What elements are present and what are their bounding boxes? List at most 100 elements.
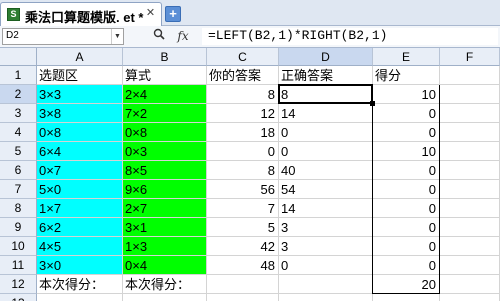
document-tab[interactable]: S 乘法口算题模版. et * ✕	[0, 2, 162, 26]
cell-f10[interactable]	[440, 237, 500, 256]
cell-d3[interactable]: 14	[279, 104, 373, 123]
column-header-a[interactable]: A	[37, 48, 123, 66]
cell-d9[interactable]: 3	[279, 218, 373, 237]
column-header-c[interactable]: C	[207, 48, 279, 66]
function-icon[interactable]: fx	[174, 28, 192, 45]
formula-input[interactable]: =LEFT(B2,1)*RIGHT(B2,1)	[202, 28, 498, 45]
cell-e2[interactable]: 10	[373, 85, 440, 104]
cell-c4[interactable]: 18	[207, 123, 279, 142]
cell-d6[interactable]: 40	[279, 161, 373, 180]
cell-c7[interactable]: 56	[207, 180, 279, 199]
cell-b12[interactable]: 本次得分：	[123, 275, 207, 294]
cell-f9[interactable]	[440, 218, 500, 237]
cell-c9[interactable]: 5	[207, 218, 279, 237]
cell-a12[interactable]: 本次得分：	[37, 275, 123, 294]
cell-b1[interactable]: 算式	[123, 66, 207, 85]
cell-b3[interactable]: 7×2	[123, 104, 207, 123]
cell-c6[interactable]: 8	[207, 161, 279, 180]
cell-e5[interactable]: 10	[373, 142, 440, 161]
row-header-12[interactable]: 12	[0, 275, 37, 294]
cell-d5[interactable]: 0	[279, 142, 373, 161]
cell-a13[interactable]	[37, 294, 123, 301]
cell-e8[interactable]: 0	[373, 199, 440, 218]
row-header-11[interactable]: 11	[0, 256, 37, 275]
cell-f3[interactable]	[440, 104, 500, 123]
cell-c8[interactable]: 7	[207, 199, 279, 218]
cell-f11[interactable]	[440, 256, 500, 275]
cell-b13[interactable]	[123, 294, 207, 301]
row-header-13[interactable]: 13	[0, 294, 37, 301]
cell-e7[interactable]: 0	[373, 180, 440, 199]
cell-e12[interactable]: 20	[373, 275, 440, 294]
close-tab-icon[interactable]: ✕	[144, 7, 157, 20]
cell-e3[interactable]: 0	[373, 104, 440, 123]
cell-a8[interactable]: 1×7	[37, 199, 123, 218]
cell-e13[interactable]	[373, 294, 440, 301]
cell-c11[interactable]: 48	[207, 256, 279, 275]
cell-e9[interactable]: 0	[373, 218, 440, 237]
cell-c1[interactable]: 你的答案	[207, 66, 279, 85]
cell-d4[interactable]: 0	[279, 123, 373, 142]
row-header-8[interactable]: 8	[0, 199, 37, 218]
cell-d13[interactable]	[279, 294, 373, 301]
column-header-e[interactable]: E	[373, 48, 440, 66]
cell-c5[interactable]: 0	[207, 142, 279, 161]
cell-f12[interactable]	[440, 275, 500, 294]
cell-c3[interactable]: 12	[207, 104, 279, 123]
cell-f2[interactable]	[440, 85, 500, 104]
row-header-2[interactable]: 2	[0, 85, 37, 104]
cell-d2[interactable]: 8	[279, 85, 373, 104]
cell-d10[interactable]: 3	[279, 237, 373, 256]
cell-a11[interactable]: 3×0	[37, 256, 123, 275]
select-all-corner[interactable]	[0, 48, 37, 66]
cell-e6[interactable]: 0	[373, 161, 440, 180]
cell-e11[interactable]: 0	[373, 256, 440, 275]
row-header-4[interactable]: 4	[0, 123, 37, 142]
cell-d7[interactable]: 54	[279, 180, 373, 199]
column-header-f[interactable]: F	[440, 48, 500, 66]
cell-f7[interactable]	[440, 180, 500, 199]
cell-d12[interactable]	[279, 275, 373, 294]
cell-a9[interactable]: 6×2	[37, 218, 123, 237]
cell-c10[interactable]: 42	[207, 237, 279, 256]
row-header-10[interactable]: 10	[0, 237, 37, 256]
cell-d11[interactable]: 0	[279, 256, 373, 275]
row-header-3[interactable]: 3	[0, 104, 37, 123]
cell-a3[interactable]: 3×8	[37, 104, 123, 123]
cell-e1[interactable]: 得分	[373, 66, 440, 85]
cell-d1[interactable]: 正确答案	[279, 66, 373, 85]
cell-f1[interactable]	[440, 66, 500, 85]
cell-f4[interactable]	[440, 123, 500, 142]
fill-handle[interactable]	[370, 101, 375, 106]
cell-d8[interactable]: 14	[279, 199, 373, 218]
cell-a7[interactable]: 5×0	[37, 180, 123, 199]
cell-e10[interactable]: 0	[373, 237, 440, 256]
name-box[interactable]: D2 ▼	[2, 28, 124, 45]
cell-b10[interactable]: 1×3	[123, 237, 207, 256]
cell-a10[interactable]: 4×5	[37, 237, 123, 256]
cell-c13[interactable]	[207, 294, 279, 301]
cell-a5[interactable]: 6×4	[37, 142, 123, 161]
cell-a4[interactable]: 0×8	[37, 123, 123, 142]
chevron-down-icon[interactable]: ▼	[111, 29, 123, 44]
cell-e4[interactable]: 0	[373, 123, 440, 142]
row-header-7[interactable]: 7	[0, 180, 37, 199]
cell-b5[interactable]: 0×3	[123, 142, 207, 161]
row-header-9[interactable]: 9	[0, 218, 37, 237]
cell-b11[interactable]: 0×4	[123, 256, 207, 275]
cell-c2[interactable]: 8	[207, 85, 279, 104]
cell-b7[interactable]: 9×6	[123, 180, 207, 199]
row-header-6[interactable]: 6	[0, 161, 37, 180]
cell-a6[interactable]: 0×7	[37, 161, 123, 180]
row-header-1[interactable]: 1	[0, 66, 37, 85]
cell-f5[interactable]	[440, 142, 500, 161]
column-header-d[interactable]: D	[279, 48, 373, 66]
cell-a1[interactable]: 选题区	[37, 66, 123, 85]
zoom-icon[interactable]	[150, 28, 168, 45]
cell-b4[interactable]: 0×8	[123, 123, 207, 142]
cell-f8[interactable]	[440, 199, 500, 218]
row-header-5[interactable]: 5	[0, 142, 37, 161]
cell-c12[interactable]	[207, 275, 279, 294]
cell-b9[interactable]: 3×1	[123, 218, 207, 237]
cell-f6[interactable]	[440, 161, 500, 180]
